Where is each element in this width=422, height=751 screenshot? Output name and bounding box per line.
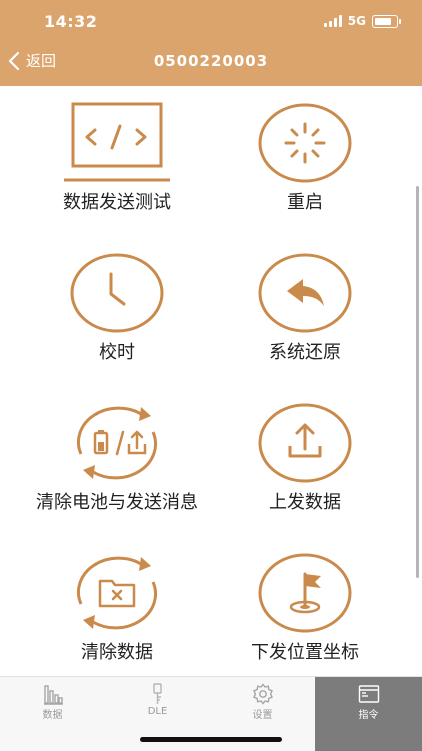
restart-spinner-icon	[258, 103, 352, 183]
upload-icon	[258, 403, 352, 483]
tab-label: 数据	[42, 710, 63, 721]
command-clear-battery-send[interactable]: 清除电池与发送消息	[12, 402, 222, 514]
command-system-restore[interactable]: 系统还原	[200, 252, 410, 364]
command-label: 清除电池与发送消息	[36, 492, 198, 513]
reply-arrow-icon	[258, 253, 352, 333]
status-indicators: 5G	[323, 14, 401, 28]
page-title: 0500220003	[153, 52, 269, 70]
command-label: 上发数据	[269, 492, 341, 513]
flag-location-icon	[258, 553, 352, 633]
command-send-location[interactable]: 下发位置坐标	[200, 552, 410, 664]
command-time-sync[interactable]: 校时	[12, 252, 222, 364]
back-label: 返回	[26, 52, 57, 70]
battery-upload-refresh-icon	[76, 406, 158, 480]
tab-dle[interactable]: DLE	[105, 677, 210, 723]
status-time: 14:32	[44, 12, 98, 31]
tab-settings[interactable]: 设置	[210, 677, 315, 723]
chevron-left-icon	[8, 51, 20, 70]
command-label: 清除数据	[81, 642, 153, 663]
tab-label: DLE	[147, 706, 168, 717]
command-label: 重启	[287, 192, 323, 213]
folder-clear-refresh-icon	[76, 556, 158, 630]
tab-data[interactable]: 数据	[0, 677, 105, 723]
command-clear-data[interactable]: 清除数据	[12, 552, 222, 664]
gear-icon	[252, 683, 273, 705]
terminal-icon	[358, 685, 379, 703]
command-label: 校时	[99, 342, 135, 363]
command-grid: 数据发送测试 重启 校时 系统还原 清除电池与发送消息 上发数据 清除数据 下发…	[0, 86, 422, 676]
bar-chart-icon	[43, 685, 63, 705]
command-upload-data[interactable]: 上发数据	[200, 402, 410, 514]
tab-label: 设置	[252, 710, 273, 721]
tab-commands[interactable]: 指令	[315, 677, 422, 751]
network-type: 5G	[347, 14, 366, 28]
monitor-code-icon	[64, 102, 170, 182]
back-button[interactable]: 返回	[8, 50, 56, 71]
tab-label: 指令	[358, 710, 379, 721]
command-restart[interactable]: 重启	[200, 102, 410, 214]
app-header: 14:32 5G 返回 0500220003	[0, 0, 422, 86]
command-label: 系统还原	[269, 342, 341, 363]
command-label: 数据发送测试	[63, 192, 171, 213]
clock-icon	[70, 253, 164, 333]
command-data-send-test[interactable]: 数据发送测试	[12, 102, 222, 214]
signal-icon	[323, 15, 342, 27]
key-icon	[152, 683, 162, 704]
command-label: 下发位置坐标	[251, 642, 359, 663]
scrollbar[interactable]	[416, 186, 419, 578]
battery-icon	[372, 14, 401, 28]
home-indicator	[140, 737, 282, 742]
